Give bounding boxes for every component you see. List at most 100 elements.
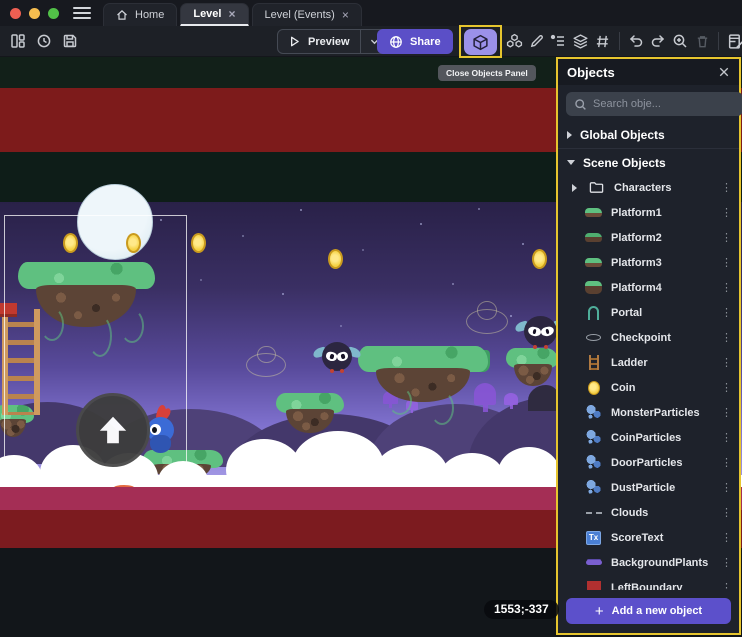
layers-button[interactable]: [569, 30, 591, 52]
kebab-menu-icon[interactable]: ⋮: [721, 381, 731, 394]
plus-icon: +: [595, 604, 604, 619]
kebab-menu-icon[interactable]: ⋮: [721, 406, 731, 419]
kebab-menu-icon[interactable]: ⋮: [721, 306, 731, 319]
object-row-platform4[interactable]: Platform4 ⋮: [558, 275, 739, 300]
text-object-icon: Tx: [585, 530, 602, 546]
save-button[interactable]: [59, 30, 81, 52]
kebab-menu-icon[interactable]: ⋮: [721, 556, 731, 569]
minimize-window-button[interactable]: [29, 8, 40, 19]
object-row-ladder[interactable]: Ladder ⋮: [558, 350, 739, 375]
object-row-portal[interactable]: Portal ⋮: [558, 300, 739, 325]
object-row-monsterparticles[interactable]: MonsterParticles ⋮: [558, 400, 739, 425]
portal-icon: [585, 305, 602, 321]
selection-rectangle: [4, 215, 187, 480]
add-new-object-button[interactable]: + Add a new object: [566, 598, 731, 624]
tab-bar: Home Level × Level (Events) ×: [0, 0, 742, 26]
tab-strip: Home Level × Level (Events) ×: [103, 0, 365, 26]
close-window-button[interactable]: [10, 8, 21, 19]
object-row-leftboundary[interactable]: LeftBoundary ⋮: [558, 575, 739, 590]
coin-instance[interactable]: [328, 249, 343, 269]
expand-caret-icon[interactable]: [572, 184, 577, 192]
objects-panel: Objects Global Objects Scene Objects: [556, 57, 741, 635]
kebab-menu-icon[interactable]: ⋮: [721, 331, 731, 344]
object-row-doorparticles[interactable]: DoorParticles ⋮: [558, 450, 739, 475]
objects-panel-toggle-button[interactable]: [464, 29, 497, 55]
coin-instance[interactable]: [532, 249, 547, 269]
kebab-menu-icon[interactable]: ⋮: [721, 206, 731, 219]
share-label: Share: [410, 36, 441, 48]
group-global-objects[interactable]: Global Objects: [558, 122, 739, 147]
kebab-menu-icon[interactable]: ⋮: [721, 581, 731, 590]
plants-icon: [585, 555, 602, 571]
kebab-menu-icon[interactable]: ⋮: [721, 531, 731, 544]
search-input[interactable]: [593, 98, 735, 110]
undo-button[interactable]: [625, 30, 647, 52]
object-row-scoretext[interactable]: Tx ScoreText ⋮: [558, 525, 739, 550]
coin-icon: [585, 380, 602, 396]
menu-icon[interactable]: [73, 7, 91, 19]
kebab-menu-icon[interactable]: ⋮: [721, 231, 731, 244]
checkpoint-icon: [585, 330, 602, 346]
kebab-menu-icon[interactable]: ⋮: [721, 456, 731, 469]
object-row-backgroundplants[interactable]: BackgroundPlants ⋮: [558, 550, 739, 575]
close-tab-icon[interactable]: ×: [342, 9, 349, 21]
share-button[interactable]: Share: [377, 29, 453, 54]
object-row-dustparticle[interactable]: DustParticle ⋮: [558, 475, 739, 500]
folder-icon: [588, 180, 605, 196]
kebab-menu-icon[interactable]: ⋮: [721, 256, 731, 269]
globe-icon: [389, 35, 403, 49]
object-row-platform3[interactable]: Platform3 ⋮: [558, 250, 739, 275]
history-button[interactable]: [33, 30, 55, 52]
object-row-platform1[interactable]: Platform1 ⋮: [558, 200, 739, 225]
platform-thumbnail-icon: [585, 205, 602, 221]
group-label: Scene Objects: [583, 156, 666, 170]
tab-home[interactable]: Home: [103, 3, 177, 26]
search-box[interactable]: [566, 92, 742, 116]
toolbar-separator: [718, 32, 719, 50]
object-row-coin[interactable]: Coin ⋮: [558, 375, 739, 400]
tab-label: Level: [193, 8, 221, 20]
tab-level-events[interactable]: Level (Events) ×: [252, 3, 362, 26]
zoom-in-button[interactable]: [669, 30, 691, 52]
kebab-menu-icon[interactable]: ⋮: [721, 281, 731, 294]
edit-pencil-button[interactable]: [525, 30, 547, 52]
instances-list-button[interactable]: [547, 30, 569, 52]
object-row-characters[interactable]: Characters ⋮: [558, 175, 739, 200]
kebab-menu-icon[interactable]: ⋮: [721, 181, 731, 194]
object-groups-button[interactable]: [503, 30, 525, 52]
play-icon: [288, 35, 301, 48]
close-panel-button[interactable]: [718, 66, 730, 78]
kebab-menu-icon[interactable]: ⋮: [721, 481, 731, 494]
tab-label: Level (Events): [265, 9, 335, 21]
divider: [558, 148, 739, 149]
add-new-object-label: Add a new object: [612, 605, 702, 617]
redo-button[interactable]: [647, 30, 669, 52]
preview-button[interactable]: Preview: [278, 35, 360, 48]
kebab-menu-icon[interactable]: ⋮: [721, 356, 731, 369]
objects-panel-title: Objects: [567, 65, 615, 80]
panels-layout-button[interactable]: [7, 30, 29, 52]
group-scene-objects[interactable]: Scene Objects: [558, 150, 739, 175]
monster-instance[interactable]: [524, 316, 557, 347]
search-icon: [574, 98, 587, 111]
window-controls: [10, 8, 59, 19]
object-row-platform2[interactable]: Platform2 ⋮: [558, 225, 739, 250]
object-row-coinparticles[interactable]: CoinParticles ⋮: [558, 425, 739, 450]
coin-instance[interactable]: [191, 233, 206, 253]
kebab-menu-icon[interactable]: ⋮: [721, 431, 731, 444]
ladder-icon: [585, 355, 602, 371]
kebab-menu-icon[interactable]: ⋮: [721, 506, 731, 519]
zoom-window-button[interactable]: [48, 8, 59, 19]
tooltip: Close Objects Panel: [438, 65, 536, 81]
grid-button[interactable]: [591, 30, 613, 52]
monster-instance[interactable]: [322, 342, 352, 371]
boundary-icon: [585, 580, 602, 591]
object-row-checkpoint[interactable]: Checkpoint ⋮: [558, 325, 739, 350]
object-row-clouds[interactable]: Clouds ⋮: [558, 500, 739, 525]
ufo-sketch: [246, 353, 286, 377]
clouds-icon: [585, 505, 602, 521]
main-toolbar: Preview Share: [0, 26, 742, 57]
tab-level[interactable]: Level ×: [180, 3, 248, 26]
close-tab-icon[interactable]: ×: [228, 8, 235, 20]
edit-scene-properties-button[interactable]: [724, 30, 742, 52]
